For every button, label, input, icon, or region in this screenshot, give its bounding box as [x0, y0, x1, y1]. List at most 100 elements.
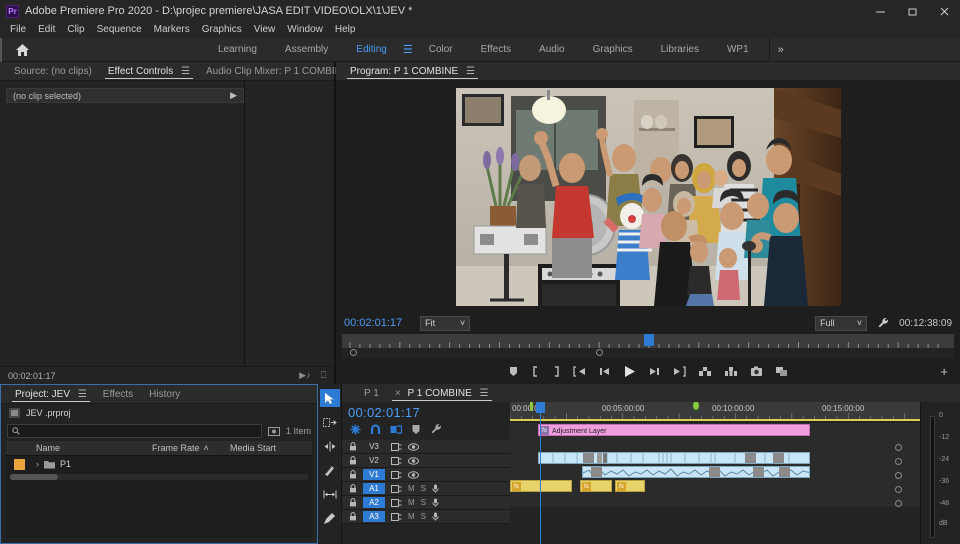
- tab-sequence-p1[interactable]: P 1: [356, 384, 387, 403]
- track-name-a1[interactable]: A1: [363, 483, 385, 494]
- track-name-v1[interactable]: V1: [363, 469, 385, 480]
- extract-button[interactable]: [724, 366, 738, 377]
- keyframe-button-a1[interactable]: [895, 482, 902, 496]
- lift-button[interactable]: [698, 366, 712, 377]
- keyframe-button-v1[interactable]: [895, 468, 902, 482]
- step-forward-button[interactable]: [648, 366, 660, 377]
- table-row[interactable]: › P1: [6, 456, 312, 472]
- track-select-forward-tool[interactable]: [320, 413, 340, 431]
- new-bin-icon[interactable]: [267, 426, 280, 437]
- keyframe-button-a2[interactable]: [895, 496, 902, 510]
- program-video-view[interactable]: [336, 81, 960, 312]
- solo-track-button-a2[interactable]: S: [421, 498, 426, 507]
- menu-window[interactable]: Window: [281, 22, 329, 38]
- mute-track-button-a3[interactable]: M: [408, 512, 415, 521]
- wrench-icon[interactable]: [877, 317, 889, 329]
- tab-project[interactable]: Project: JEV ☰: [7, 385, 95, 404]
- target-track-icon[interactable]: [391, 470, 402, 479]
- timeline-time-ruler[interactable]: 00:00:00 00:05:00:00 00:10:00:00 00:15:0…: [510, 402, 920, 419]
- tab-audio-clip-mixer[interactable]: Audio Clip Mixer: P 1 COMBINE: [198, 62, 357, 81]
- scroll-handle-right[interactable]: [596, 349, 603, 356]
- target-track-icon[interactable]: [391, 456, 402, 465]
- selection-tool[interactable]: [319, 389, 340, 407]
- razor-tool[interactable]: [320, 461, 340, 479]
- panel-menu-icon[interactable]: ☰: [181, 66, 190, 77]
- zoom-level-select[interactable]: Fit ˅: [420, 315, 471, 331]
- column-name[interactable]: Name: [32, 443, 152, 453]
- green-marker[interactable]: [693, 402, 699, 410]
- clip-audio-a2-3[interactable]: fx: [615, 480, 645, 492]
- track-header-a3[interactable]: A3 M S: [342, 510, 510, 524]
- mute-track-button-a2[interactable]: M: [408, 498, 415, 507]
- target-track-icon[interactable]: [391, 442, 402, 451]
- workspace-tab-editing[interactable]: Editing: [342, 38, 401, 62]
- comparison-view-button[interactable]: [775, 366, 788, 377]
- workspace-tab-audio[interactable]: Audio: [525, 38, 579, 62]
- step-back-button[interactable]: [599, 366, 611, 377]
- menu-file[interactable]: File: [4, 22, 32, 38]
- mute-track-button-a1[interactable]: M: [408, 484, 415, 493]
- track-header-v3[interactable]: V3: [342, 440, 510, 454]
- track-name-v2[interactable]: V2: [363, 455, 385, 466]
- timeline-playhead-timecode[interactable]: 00:02:01:17: [342, 402, 510, 420]
- timeline-track-v3[interactable]: fx Adjustment Layer: [510, 423, 920, 437]
- program-zoom-scrollbar[interactable]: [342, 348, 954, 358]
- toggle-track-lock-icon[interactable]: [349, 442, 357, 451]
- voice-over-record-icon[interactable]: [432, 484, 439, 493]
- voice-over-record-icon[interactable]: [432, 498, 439, 507]
- track-header-v1[interactable]: V1: [342, 468, 510, 482]
- track-header-v2[interactable]: V2: [342, 454, 510, 468]
- workspace-tab-graphics[interactable]: Graphics: [579, 38, 647, 62]
- sequence-marker[interactable]: [530, 402, 533, 411]
- timeline-settings-icon[interactable]: [430, 423, 442, 435]
- program-playhead-timecode[interactable]: 00:02:01:17: [344, 317, 402, 329]
- clip-audio-a1[interactable]: [582, 466, 810, 478]
- ripple-edit-tool[interactable]: [320, 437, 340, 455]
- track-name-v3[interactable]: V3: [363, 441, 385, 452]
- expand-arrow-icon[interactable]: ›: [36, 459, 39, 469]
- tab-sequence-p1-combine[interactable]: × P 1 COMBINE ☰: [387, 384, 497, 403]
- toggle-track-lock-icon[interactable]: [349, 456, 357, 465]
- menu-markers[interactable]: Markers: [148, 22, 196, 38]
- project-file-row[interactable]: JEV .prproj: [1, 404, 317, 421]
- toggle-track-lock-icon[interactable]: [349, 484, 357, 493]
- program-panel-menu-icon[interactable]: ☰: [466, 66, 475, 77]
- track-header-a1[interactable]: A1 M S: [342, 482, 510, 496]
- nest-sequence-icon[interactable]: [350, 424, 361, 435]
- button-editor-button[interactable]: +: [940, 364, 948, 379]
- tab-history[interactable]: History: [141, 385, 188, 404]
- snap-icon[interactable]: [370, 423, 381, 435]
- track-header-a2[interactable]: A2 M S: [342, 496, 510, 510]
- add-marker-button[interactable]: [508, 366, 519, 377]
- audio-meters-panel[interactable]: 0 -12 -24 -36 -48 dB: [920, 402, 960, 544]
- timeline-track-a2[interactable]: fx fx fx: [510, 479, 920, 493]
- menu-sequence[interactable]: Sequence: [91, 22, 148, 38]
- program-time-ruler[interactable]: [342, 334, 954, 348]
- timeline-track-v2[interactable]: [510, 437, 920, 451]
- workspace-tab-libraries[interactable]: Libraries: [647, 38, 713, 62]
- tab-effect-controls[interactable]: Effect Controls ☰: [100, 62, 198, 81]
- timeline-track-v1[interactable]: [510, 451, 920, 465]
- add-marker-icon[interactable]: [411, 424, 421, 435]
- linked-selection-icon[interactable]: [390, 424, 402, 435]
- timeline-track-a1[interactable]: [510, 465, 920, 479]
- play-stop-button[interactable]: [623, 365, 636, 378]
- menu-help[interactable]: Help: [329, 22, 362, 38]
- workspace-overflow-icon[interactable]: »: [768, 37, 792, 62]
- program-playhead[interactable]: [644, 334, 654, 346]
- workspace-tab-wp1[interactable]: WP1: [713, 38, 763, 62]
- tab-effects[interactable]: Effects: [95, 385, 141, 404]
- toggle-track-lock-icon[interactable]: [349, 498, 357, 507]
- go-to-out-button[interactable]: [672, 365, 686, 377]
- scroll-handle-left[interactable]: [350, 349, 357, 356]
- workspace-tab-learning[interactable]: Learning: [204, 38, 271, 62]
- menu-edit[interactable]: Edit: [32, 22, 61, 38]
- timeline-panel-menu-icon[interactable]: ☰: [480, 388, 489, 399]
- toggle-track-lock-icon[interactable]: [349, 512, 357, 521]
- workspace-menu-icon[interactable]: ☰: [401, 43, 415, 56]
- track-name-a3[interactable]: A3: [363, 511, 385, 522]
- solo-track-button-a1[interactable]: S: [421, 484, 426, 493]
- export-frame-button[interactable]: [750, 366, 763, 377]
- target-track-icon[interactable]: [391, 484, 402, 493]
- toggle-track-output-icon[interactable]: [408, 470, 419, 479]
